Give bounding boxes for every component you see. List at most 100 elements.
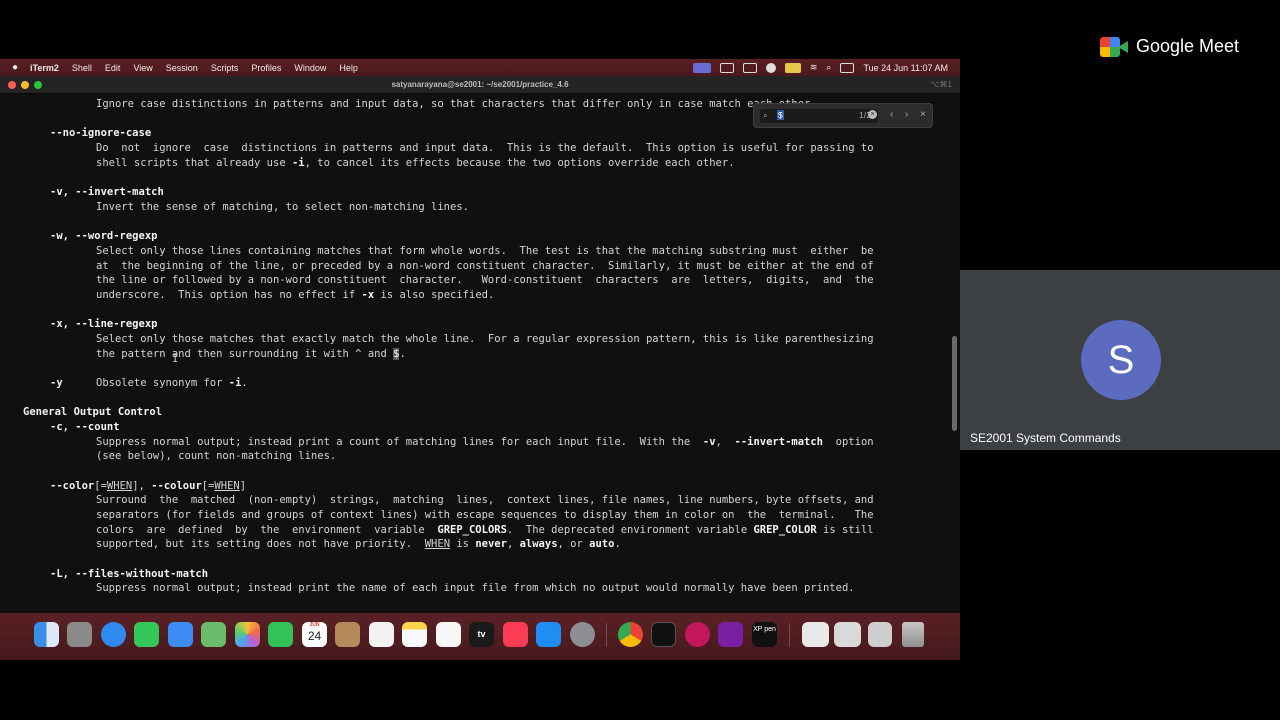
- dock-separator: [789, 623, 790, 647]
- system-settings-icon[interactable]: [570, 622, 595, 647]
- man-line: Select only those matches that exactly m…: [96, 333, 874, 345]
- xp-pen-icon[interactable]: XP pen: [752, 622, 777, 647]
- chrome-icon[interactable]: [618, 622, 643, 647]
- man-line: the line or followed by a non-word const…: [96, 274, 874, 286]
- option-word-regexp: -w, --word-regexp: [50, 230, 158, 242]
- freeform-icon[interactable]: [436, 622, 461, 647]
- menu-shell[interactable]: Shell: [72, 63, 92, 73]
- close-find-icon[interactable]: ×: [920, 109, 926, 120]
- menu-app-name[interactable]: iTerm2: [30, 63, 59, 73]
- apple-menu-icon[interactable]: ●: [12, 62, 18, 73]
- mac-menu-bar: ● iTerm2 Shell Edit View Session Scripts…: [0, 59, 960, 76]
- option-line-regexp: -x, --line-regexp: [50, 318, 158, 330]
- man-line: Suppress normal output; instead print th…: [96, 582, 855, 594]
- maps-icon[interactable]: [201, 622, 226, 647]
- next-match-icon[interactable]: ›: [905, 109, 908, 120]
- man-line: shell scripts that already use -i, to ca…: [96, 157, 735, 169]
- man-line: Do not ignore case distinctions in patte…: [96, 142, 874, 154]
- option-files-without-match: -L, --files-without-match: [50, 568, 209, 580]
- man-line: Suppress normal output; instead print a …: [96, 436, 874, 448]
- man-line: Invert the sense of matching, to select …: [96, 201, 469, 213]
- notes-icon[interactable]: [402, 622, 427, 647]
- man-line: underscore. This option has no effect if…: [96, 289, 495, 301]
- clear-search-icon[interactable]: ×: [868, 110, 877, 119]
- man-line: colors are defined by the environment va…: [96, 524, 874, 536]
- terminal-content[interactable]: Ignore case distinctions in patterns and…: [0, 95, 948, 613]
- window-titlebar[interactable]: satyanarayana@se2001: ~/se2001/practice_…: [0, 76, 960, 94]
- contacts-icon[interactable]: [335, 622, 360, 647]
- tv-icon[interactable]: tv: [469, 622, 494, 647]
- find-input[interactable]: ⌕ $ 1/2: [760, 109, 878, 123]
- menu-view[interactable]: View: [133, 63, 152, 73]
- option-invert-match: -v, --invert-match: [50, 186, 164, 198]
- trash-icon[interactable]: [902, 622, 924, 647]
- vscode-icon[interactable]: [685, 622, 710, 647]
- app-store-icon[interactable]: [536, 622, 561, 647]
- facetime-icon[interactable]: [268, 622, 293, 647]
- find-query: $: [777, 110, 784, 120]
- option-y: -y: [50, 377, 63, 389]
- terminal-scrollbar[interactable]: [952, 336, 957, 431]
- option-no-ignore-case: --no-ignore-case: [50, 127, 152, 139]
- google-meet-logo: Google Meet: [1100, 36, 1239, 57]
- screenshot-thumbnail[interactable]: [802, 622, 829, 647]
- calendar-day-label: 24: [307, 629, 322, 643]
- avatar: S: [1081, 320, 1161, 400]
- grammarly-icon[interactable]: [765, 62, 776, 73]
- downloads-stack[interactable]: [868, 622, 892, 647]
- xp-pen-status-icon[interactable]: [719, 62, 734, 73]
- man-line: (see below), count non-matching lines.: [96, 450, 337, 462]
- screen-share-icon[interactable]: [692, 62, 711, 73]
- shared-screen: ● iTerm2 Shell Edit View Session Scripts…: [0, 0, 960, 720]
- option-color: --color[=WHEN], --colour[=WHEN]: [50, 480, 247, 492]
- text-cursor-icon: I: [172, 353, 179, 365]
- iterm-icon[interactable]: [651, 622, 676, 647]
- participant-tile[interactable]: S SE2001 System Commands: [960, 270, 1280, 450]
- previous-match-icon[interactable]: ‹: [890, 109, 893, 120]
- menu-help[interactable]: Help: [339, 63, 358, 73]
- menu-session[interactable]: Session: [166, 63, 198, 73]
- safari-icon[interactable]: [101, 622, 126, 647]
- man-line: supported, but its setting does not have…: [96, 538, 621, 550]
- mac-dock: JUN 24 tv XP pen: [0, 613, 960, 660]
- dock-separator: [606, 623, 607, 647]
- finder-icon[interactable]: [34, 622, 59, 647]
- meet-camera-icon: [1100, 36, 1128, 57]
- mail-icon[interactable]: [168, 622, 193, 647]
- spotlight-search-icon[interactable]: ⌕: [826, 62, 831, 73]
- man-line: Ignore case distinctions in patterns and…: [96, 98, 817, 110]
- option-count: -c, --count: [50, 421, 120, 433]
- menu-clock[interactable]: Tue 24 Jun 11:07 AM: [863, 63, 948, 73]
- launchpad-icon[interactable]: [67, 622, 92, 647]
- section-heading: General Output Control: [23, 406, 163, 418]
- calendar-month-label: JUN: [309, 622, 320, 628]
- status-area: ≋ ⌕ Tue 24 Jun 11:07 AM: [692, 59, 948, 76]
- wifi-icon[interactable]: ≋: [810, 62, 818, 73]
- man-line: Surround the matched (non-empty) strings…: [96, 494, 874, 506]
- menu-scripts[interactable]: Scripts: [211, 63, 239, 73]
- man-line: the pattern and then surrounding it with…: [96, 348, 406, 360]
- onenote-icon[interactable]: [718, 622, 743, 647]
- window-title: satyanarayana@se2001: ~/se2001/practice_…: [391, 80, 569, 89]
- man-line: at the beginning of the line, or precede…: [96, 260, 874, 272]
- find-search-icon[interactable]: ⌕: [763, 110, 768, 121]
- music-icon[interactable]: [503, 622, 528, 647]
- man-line: separators (for fields and groups of con…: [96, 509, 874, 521]
- calendar-icon[interactable]: JUN 24: [302, 622, 327, 647]
- vivaldi-status-icon[interactable]: [742, 62, 757, 73]
- iterm-window: satyanarayana@se2001: ~/se2001/practice_…: [0, 76, 960, 613]
- find-bar: ⌕ $ 1/2 × ‹ › ×: [753, 103, 933, 128]
- menu-profiles[interactable]: Profiles: [251, 63, 281, 73]
- photos-icon[interactable]: [235, 622, 260, 647]
- participant-name: SE2001 System Commands: [970, 431, 1121, 445]
- menu-edit[interactable]: Edit: [105, 63, 121, 73]
- messages-icon[interactable]: [134, 622, 159, 647]
- meet-brand: Google Meet: [1136, 36, 1240, 56]
- window-shortcut-label: ⌥⌘1: [930, 80, 952, 89]
- menu-window[interactable]: Window: [294, 63, 326, 73]
- reminders-icon[interactable]: [369, 622, 394, 647]
- control-center-icon[interactable]: [840, 62, 855, 73]
- battery-icon[interactable]: [784, 62, 801, 73]
- screenshot-thumbnail[interactable]: [834, 622, 861, 647]
- man-line: Select only those lines containing match…: [96, 245, 874, 257]
